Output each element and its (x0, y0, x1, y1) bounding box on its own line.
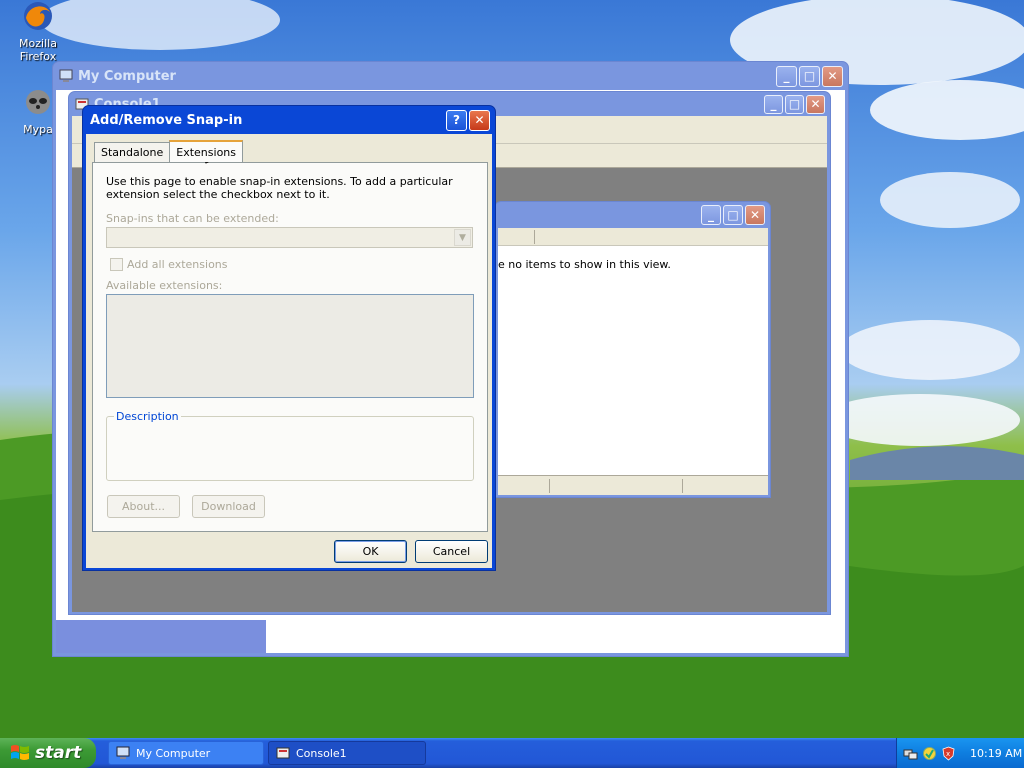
network-icon[interactable] (903, 746, 918, 761)
available-extensions-list[interactable] (106, 294, 474, 398)
extensions-tab-panel: Use this page to enable snap-in extensio… (92, 162, 488, 532)
left-pane (56, 620, 266, 653)
console-icon (276, 747, 290, 759)
dialog-title: Add/Remove Snap-in (90, 112, 243, 128)
empty-view-text: e no items to show in this view. (498, 258, 671, 271)
close-button[interactable]: ✕ (469, 109, 490, 131)
desktop-icon-label: Mozilla Firefox (19, 37, 57, 63)
inner-titlebar[interactable]: _ □ ✕ (495, 202, 770, 228)
maximize-button[interactable]: □ (799, 65, 820, 87)
svg-text:x: x (946, 750, 950, 758)
start-label: start (35, 743, 82, 763)
maximize-button[interactable]: □ (723, 205, 743, 225)
minimize-button[interactable]: _ (776, 65, 797, 87)
raccoon-icon (26, 90, 50, 114)
windows-logo-icon (11, 745, 29, 760)
close-button[interactable]: ✕ (806, 94, 825, 114)
computer-icon (59, 69, 73, 82)
tab-extensions[interactable]: Extensions (169, 140, 243, 162)
dialog-titlebar[interactable]: Add/Remove Snap-in ? ✕ (83, 106, 495, 134)
minimize-button[interactable]: _ (764, 94, 783, 114)
firefox-icon (24, 2, 52, 30)
add-remove-snapin-dialog[interactable]: Add/Remove Snap-in ? ✕ Standalone Extens… (82, 105, 496, 571)
taskbar-item-label: My Computer (136, 746, 211, 760)
taskbar: start My Computer Console1 x 10:19 AM (0, 738, 1024, 768)
minimize-button[interactable]: _ (701, 205, 721, 225)
help-button[interactable]: ? (446, 109, 467, 131)
inner-client: e no items to show in this view. (498, 228, 768, 495)
tab-strip: Standalone Extensions (94, 140, 243, 162)
add-all-extensions-checkbox[interactable] (110, 258, 123, 271)
add-all-extensions-label: Add all extensions (127, 258, 228, 271)
chevron-down-icon[interactable]: ▼ (454, 229, 471, 246)
maximize-button[interactable]: □ (785, 94, 804, 114)
close-button[interactable]: ✕ (745, 205, 765, 225)
system-tray: x 10:19 AM (896, 738, 1024, 768)
taskbar-item-label: Console1 (296, 746, 347, 760)
desktop-icon-firefox[interactable]: Mozilla Firefox (0, 0, 76, 63)
description-legend: Description (114, 410, 181, 423)
clock: 10:19 AM (970, 746, 1023, 760)
cancel-button[interactable]: Cancel (415, 540, 488, 563)
window-title: My Computer (78, 68, 176, 84)
computer-icon (116, 746, 130, 759)
update-icon[interactable] (922, 746, 937, 761)
taskbar-item-console1[interactable]: Console1 (268, 741, 426, 765)
description-group: Description (106, 410, 474, 481)
close-button[interactable]: ✕ (822, 65, 843, 87)
download-button[interactable]: Download (192, 495, 265, 518)
ok-button[interactable]: OK (334, 540, 407, 563)
security-shield-icon[interactable]: x (941, 746, 956, 761)
about-button[interactable]: About... (107, 495, 180, 518)
snapins-combobox[interactable]: ▼ (106, 227, 473, 248)
instructions-text: Use this page to enable snap-in extensio… (106, 175, 453, 201)
status-bar (498, 475, 768, 495)
available-extensions-label: Available extensions: (106, 279, 223, 292)
taskbar-item-my-computer[interactable]: My Computer (108, 741, 264, 765)
my-computer-titlebar[interactable]: My Computer _ □ ✕ (53, 62, 848, 90)
tab-standalone[interactable]: Standalone (94, 142, 171, 162)
start-button[interactable]: start (0, 738, 96, 768)
dialog-client: Standalone Extensions Use this page to e… (86, 134, 492, 568)
snapins-label: Snap-ins that can be extended: (106, 212, 279, 225)
inner-mdi-window[interactable]: _ □ ✕ e no items to show in this view. (494, 201, 771, 498)
list-header (498, 228, 768, 246)
